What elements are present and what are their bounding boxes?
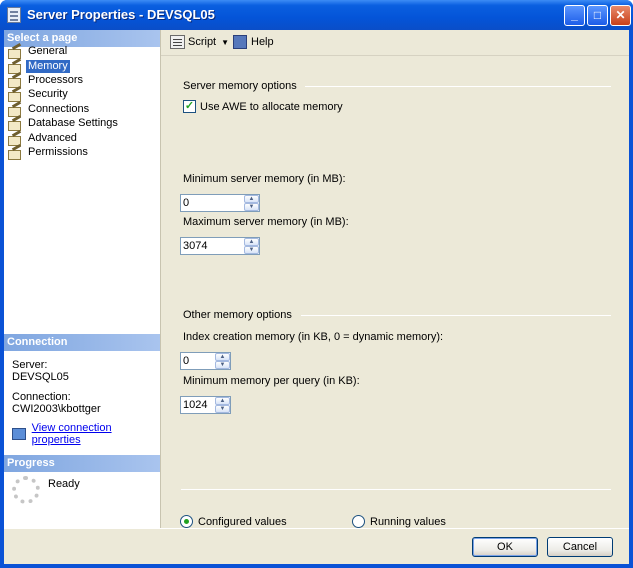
server-label: Server: [12, 359, 48, 371]
spin-down-icon[interactable]: ▼ [244, 246, 259, 254]
minimize-button[interactable]: _ [564, 5, 585, 26]
page-item-label: Permissions [28, 145, 88, 158]
max-server-memory-spinner[interactable]: 3074 ▲ ▼ [180, 237, 260, 255]
ok-button[interactable]: OK [472, 537, 538, 557]
min-memory-per-query-label: Minimum memory per query (in KB): [183, 375, 360, 387]
help-button[interactable]: Help [233, 35, 274, 49]
min-memory-per-query-spinner[interactable]: 1024 ▲ ▼ [180, 396, 231, 414]
spin-buttons: ▲ ▼ [215, 397, 230, 413]
page-item-permissions[interactable]: Permissions [8, 145, 90, 160]
document-icon [7, 7, 21, 23]
configured-values-radio[interactable] [180, 515, 193, 528]
configured-values-option[interactable]: Configured values [180, 515, 287, 528]
page-icon [8, 74, 22, 88]
help-label: Help [251, 36, 274, 48]
min-server-memory-value[interactable]: 0 [181, 195, 244, 211]
index-creation-memory-label: Index creation memory (in KB, 0 = dynami… [183, 331, 444, 343]
use-awe-label: Use AWE to allocate memory [200, 100, 343, 113]
connection-value: CWI2003\kbottger [12, 403, 101, 415]
page-item-database-settings[interactable]: Database Settings [8, 116, 120, 131]
server-value: DEVSQL05 [12, 371, 69, 383]
running-values-radio[interactable] [352, 515, 365, 528]
page-item-label: Advanced [28, 131, 77, 144]
page-icon [8, 88, 22, 102]
spin-up-icon[interactable]: ▲ [215, 397, 230, 405]
connection-header: Connection [4, 334, 160, 351]
use-awe-checkbox[interactable]: ✓ [183, 100, 196, 113]
server-properties-window: Server Properties - DEVSQL05 _ □ ✕ Selec… [0, 0, 633, 568]
max-server-memory-label: Maximum server memory (in MB): [183, 216, 349, 228]
script-label: Script [188, 36, 217, 48]
close-button[interactable]: ✕ [610, 5, 631, 26]
script-dropdown-icon[interactable]: ▼ [221, 38, 229, 47]
page-item-label: Security [28, 87, 68, 100]
page-item-memory[interactable]: Memory [8, 59, 70, 74]
window-title: Server Properties - DEVSQL05 [27, 7, 215, 22]
other-memory-options-heading: Other memory options [183, 309, 292, 321]
page-icon [8, 117, 22, 131]
server-memory-options-heading: Server memory options [183, 80, 297, 92]
spin-up-icon[interactable]: ▲ [215, 353, 230, 361]
page-item-label: Memory [26, 59, 70, 73]
connection-properties-icon [12, 428, 26, 440]
page-item-label: Database Settings [28, 116, 118, 129]
page-icon [8, 132, 22, 146]
running-values-option[interactable]: Running values [352, 515, 446, 528]
script-button[interactable]: Script ▼ [170, 35, 229, 49]
index-creation-memory-value[interactable]: 0 [181, 353, 215, 369]
toolbar: Script ▼ Help [161, 30, 629, 56]
spin-down-icon[interactable]: ▼ [215, 405, 230, 413]
configured-values-label: Configured values [198, 515, 287, 528]
progress-header: Progress [4, 455, 160, 472]
spin-buttons: ▲ ▼ [215, 353, 230, 369]
bottom-divider [181, 489, 611, 490]
spin-down-icon[interactable]: ▼ [215, 361, 230, 369]
page-item-security[interactable]: Security [8, 87, 70, 102]
help-icon [233, 35, 247, 49]
page-icon [8, 146, 22, 160]
index-creation-memory-spinner[interactable]: 0 ▲ ▼ [180, 352, 231, 370]
spin-buttons: ▲ ▼ [244, 195, 259, 211]
group-divider [301, 315, 611, 316]
page-item-label: Connections [28, 102, 90, 115]
group-divider [305, 86, 611, 87]
running-values-label: Running values [370, 515, 446, 528]
min-memory-per-query-value[interactable]: 1024 [181, 397, 215, 413]
page-selector-panel: Select a page General Memory Processors … [4, 30, 161, 528]
view-connection-properties[interactable]: View connection properties [12, 422, 160, 446]
memory-page: Server memory options ✓ Use AWE to alloc… [161, 57, 629, 528]
cancel-button[interactable]: Cancel [547, 537, 613, 557]
script-icon [170, 35, 185, 49]
page-icon [8, 103, 22, 117]
connection-label: Connection: [12, 391, 71, 403]
view-connection-properties-link[interactable]: View connection properties [32, 422, 160, 446]
min-server-memory-spinner[interactable]: 0 ▲ ▼ [180, 194, 260, 212]
progress-spinner-icon [12, 476, 40, 504]
use-awe-option[interactable]: ✓ Use AWE to allocate memory [183, 100, 343, 113]
spin-up-icon[interactable]: ▲ [244, 238, 259, 246]
page-item-advanced[interactable]: Advanced [8, 131, 79, 146]
spin-buttons: ▲ ▼ [244, 238, 259, 254]
page-icon [8, 60, 22, 74]
page-item-connections[interactable]: Connections [8, 102, 91, 117]
spin-up-icon[interactable]: ▲ [244, 195, 259, 203]
page-item-label: Processors [28, 73, 84, 86]
page-icon [8, 45, 22, 59]
progress-status: Ready [48, 478, 80, 490]
dialog-client-area: Select a page General Memory Processors … [4, 30, 629, 564]
page-item-general[interactable]: General [8, 44, 69, 59]
maximize-button[interactable]: □ [587, 5, 608, 26]
title-bar[interactable]: Server Properties - DEVSQL05 _ □ ✕ [0, 0, 633, 30]
page-item-label: General [28, 44, 68, 57]
dialog-footer: OK Cancel [4, 528, 629, 564]
spin-down-icon[interactable]: ▼ [244, 203, 259, 211]
max-server-memory-value[interactable]: 3074 [181, 238, 244, 254]
min-server-memory-label: Minimum server memory (in MB): [183, 173, 346, 185]
